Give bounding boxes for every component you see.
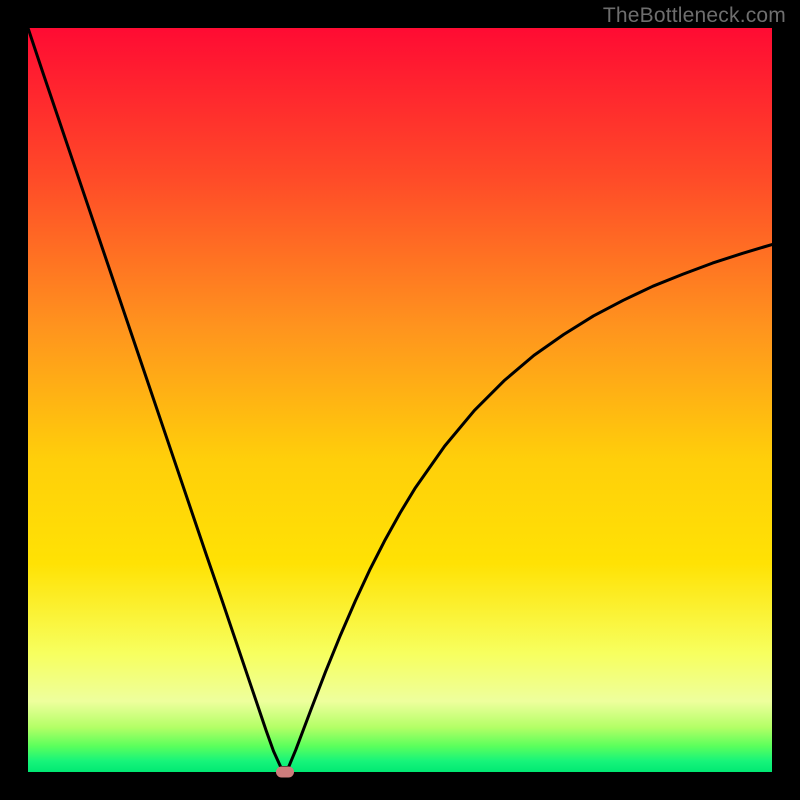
- gradient-background: [28, 28, 772, 772]
- chart-frame: [28, 28, 772, 772]
- minimum-marker: [276, 767, 294, 778]
- watermark-text: TheBottleneck.com: [603, 4, 786, 28]
- bottleneck-plot: [28, 28, 772, 772]
